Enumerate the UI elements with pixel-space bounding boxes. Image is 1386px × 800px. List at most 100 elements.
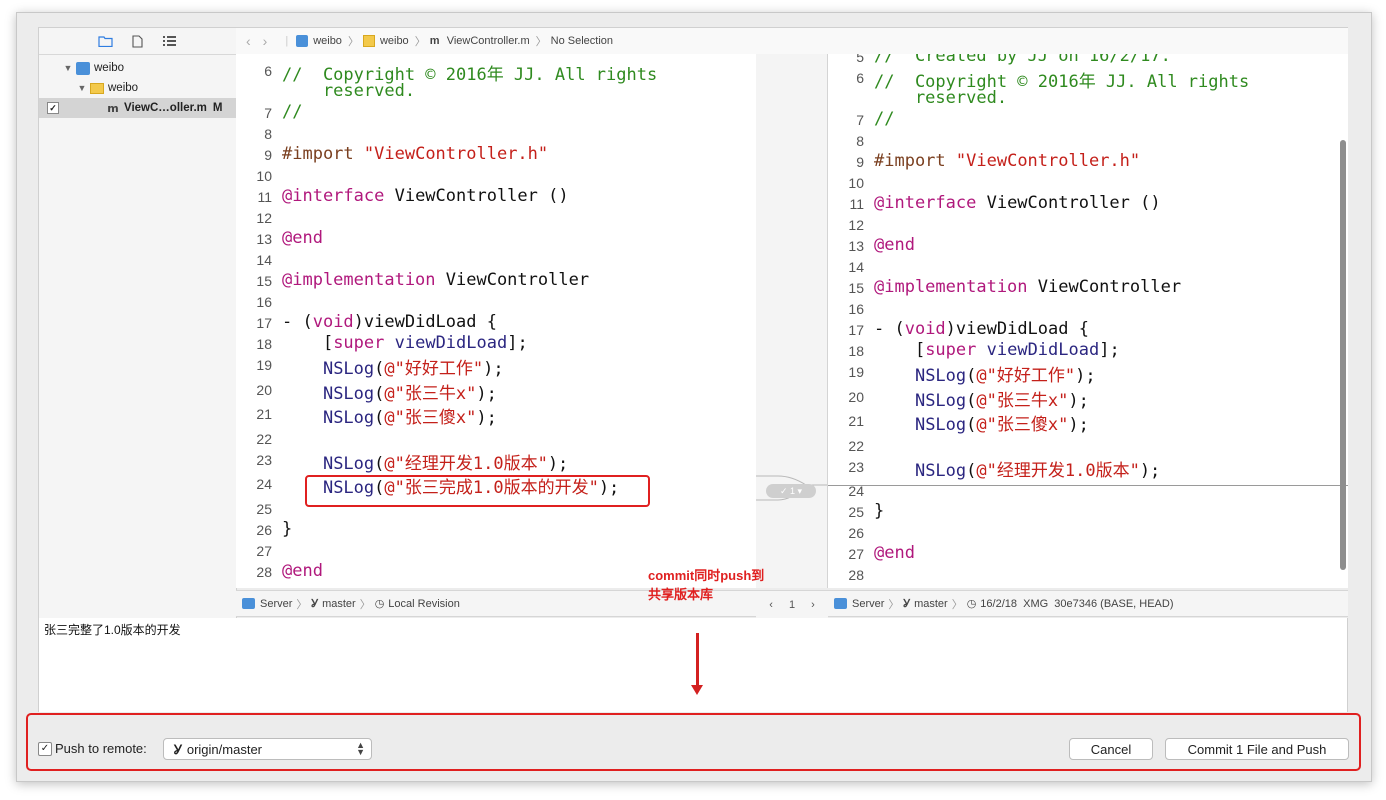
code-line[interactable]: 27 (236, 540, 756, 561)
jump-crumb-group[interactable]: weibo (362, 35, 409, 47)
server-label[interactable]: Server (260, 598, 292, 610)
local-editor[interactable]: 6// Copyright © 2016年 JJ. All rights res… (236, 54, 756, 588)
code-line[interactable]: 24 (828, 480, 1348, 501)
clock-icon: ◷ (966, 598, 977, 610)
code-line[interactable]: 17 - (void)viewDidLoad { (236, 312, 756, 333)
code-line[interactable]: 20 NSLog(@"张三牛x"); (828, 386, 1348, 411)
code-line[interactable]: 11 @interface ViewController () (236, 186, 756, 207)
code-line[interactable]: 19 NSLog(@"好好工作"); (236, 354, 756, 379)
cancel-button[interactable]: Cancel (1069, 738, 1153, 760)
line-number: 6 (264, 63, 272, 79)
next-change-button[interactable]: › (811, 599, 815, 611)
code-line[interactable]: 25} (828, 501, 1348, 522)
code-text: - (void)viewDidLoad { (282, 312, 497, 332)
code-line[interactable]: 5 // Created by JJ on 16/2/17. (828, 54, 1348, 67)
code-line[interactable]: reserved. (236, 81, 756, 102)
code-line[interactable]: 18 [super viewDidLoad]; (236, 333, 756, 354)
code-line[interactable]: 23 NSLog(@"经理开发1.0版本"); (828, 456, 1348, 481)
navigator-toolbar (39, 28, 236, 55)
code-line[interactable]: 7 // (236, 102, 756, 123)
code-line[interactable]: 28 (828, 564, 1348, 585)
disclosure-triangle-icon[interactable]: ▼ (63, 63, 73, 73)
code-line[interactable]: 7 // (828, 109, 1348, 130)
code-text: // (874, 109, 895, 129)
line-number: 26 (256, 522, 272, 538)
jump-crumb-selection[interactable]: No Selection (551, 35, 613, 47)
server-label[interactable]: Server (852, 598, 884, 610)
line-number: 10 (256, 168, 272, 184)
line-number: 11 (257, 189, 272, 205)
revision-label[interactable]: Local Revision (388, 598, 460, 610)
code-line[interactable]: 6// Copyright © 2016年 JJ. All rights (236, 60, 756, 85)
remote-editor[interactable]: 5 // Created by JJ on 16/2/17. 6// Copyrig… (828, 54, 1348, 588)
tree-item-project[interactable]: ▼ weibo (39, 58, 236, 78)
code-line[interactable]: 12 (236, 207, 756, 228)
branch-label[interactable]: master (914, 598, 948, 610)
code-line[interactable]: 16 (828, 298, 1348, 319)
remote-branch-select[interactable]: Ỿ origin/master ▲ ▼ (163, 738, 372, 760)
code-line[interactable]: 22 (236, 428, 756, 449)
code-text: [super viewDidLoad]; (282, 333, 528, 353)
line-number: 22 (256, 430, 272, 447)
folder-icon[interactable] (98, 34, 114, 48)
line-number: 16 (848, 301, 864, 317)
code-line[interactable]: 9 #import "ViewController.h" (828, 151, 1348, 172)
branch-label[interactable]: master (322, 598, 356, 610)
code-line[interactable]: 19 NSLog(@"好好工作"); (828, 361, 1348, 386)
line-number: 25 (848, 504, 864, 520)
code-line[interactable]: 14 (828, 256, 1348, 277)
code-line[interactable]: 8 (828, 130, 1348, 151)
code-line[interactable]: 15 @implementation ViewController (828, 277, 1348, 298)
line-number: 20 (256, 381, 272, 398)
tree-item-group[interactable]: ▼ weibo (39, 78, 236, 98)
code-line[interactable]: 26 (828, 522, 1348, 543)
commit-message-field[interactable]: 张三完整了1.0版本的开发 (38, 618, 1348, 712)
disclosure-triangle-icon[interactable]: ▼ (77, 83, 87, 93)
change-count-badge[interactable]: ✓ 1 ▾ (766, 484, 816, 498)
code-line[interactable]: 23 NSLog(@"经理开发1.0版本"); (236, 449, 756, 474)
back-forward-icon[interactable]: ‹› (246, 33, 279, 49)
code-line[interactable]: 11 @interface ViewController () (828, 193, 1348, 214)
annotation-arrow-head (691, 685, 703, 695)
line-number: 21 (848, 413, 864, 429)
code-line[interactable]: 20 NSLog(@"张三牛x"); (236, 379, 756, 404)
code-text: NSLog(@"好好工作"); (914, 366, 1096, 386)
code-line[interactable]: 10 (828, 172, 1348, 193)
code-line[interactable]: 6// Copyright © 2016年 JJ. All rights (828, 67, 1348, 92)
code-line[interactable]: 9 #import "ViewController.h" (236, 144, 756, 165)
document-icon[interactable] (130, 34, 146, 48)
list-icon[interactable] (162, 34, 178, 48)
code-line[interactable]: 21 NSLog(@"张三傻x"); (236, 403, 756, 428)
file-checkbox[interactable]: ✓ (47, 102, 59, 114)
code-line[interactable]: 13 @end (828, 235, 1348, 256)
jump-crumb-project[interactable]: weibo (296, 35, 342, 47)
change-index: 1 (788, 598, 796, 611)
line-number: 24 (256, 476, 272, 492)
branch-icon: Ỿ (311, 598, 319, 610)
code-line[interactable]: 15 @implementation ViewController (236, 270, 756, 291)
line-number: 14 (848, 259, 864, 275)
code-line[interactable]: 14 (236, 249, 756, 270)
code-line[interactable]: 16 (236, 291, 756, 312)
code-line[interactable]: 21 NSLog(@"张三傻x"); (828, 410, 1348, 435)
code-line[interactable]: 10 (236, 165, 756, 186)
editor-scrollbar[interactable] (1340, 140, 1346, 570)
commit-and-push-button[interactable]: Commit 1 File and Push (1165, 738, 1349, 760)
push-to-remote-checkbox[interactable]: ✓ (38, 742, 52, 756)
jump-crumb-file[interactable]: m ViewController.m (430, 35, 530, 47)
code-line[interactable]: reserved. (828, 88, 1348, 109)
code-line[interactable]: 17 - (void)viewDidLoad { (828, 319, 1348, 340)
line-number: 28 (848, 567, 864, 583)
code-line[interactable]: 18 [super viewDidLoad]; (828, 340, 1348, 361)
code-line[interactable]: 26} (236, 519, 756, 540)
code-text: NSLog(@"张三傻x"); (914, 415, 1089, 435)
code-line[interactable]: 12 (828, 214, 1348, 235)
tree-item-file[interactable]: ✓ m ViewC…oller.m M (39, 98, 236, 118)
code-line[interactable]: 27 @end (828, 543, 1348, 564)
code-line[interactable]: 8 (236, 123, 756, 144)
line-number: 13 (256, 231, 272, 247)
revision-label[interactable]: 16/2/18 XMG 30e7346 (BASE, HEAD) (980, 598, 1173, 610)
prev-change-button[interactable]: ‹ (769, 599, 773, 611)
code-line[interactable]: 22 (828, 435, 1348, 456)
code-line[interactable]: 13 @end (236, 228, 756, 249)
